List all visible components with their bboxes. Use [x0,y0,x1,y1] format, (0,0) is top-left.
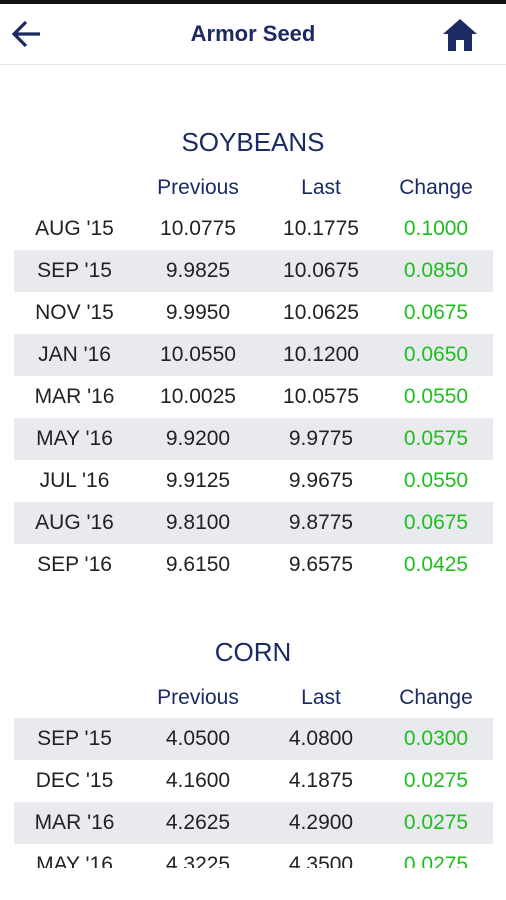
soybeans-row: MAR '16 10.0025 10.0575 0.0550 [14,376,493,418]
previous-cell: 4.3225 [165,853,231,868]
previous-cell: 10.0775 [160,217,236,240]
last-cell: 10.1775 [283,217,359,240]
corn-header-last: Last [301,686,341,709]
soybeans-row: JUL '16 9.9125 9.9675 0.0550 [14,460,493,502]
change-cell: 0.0575 [403,427,469,450]
last-cell: 9.9775 [288,427,354,450]
previous-cell: 4.2625 [165,811,231,834]
change-cell: 0.0675 [403,511,469,534]
bottom-strip [0,868,506,900]
month-cell: SEP '15 [37,259,112,282]
change-cell: 0.0275 [403,811,469,834]
previous-cell: 9.8100 [165,511,231,534]
soybeans-header-change: Change [399,176,473,199]
last-cell: 10.1200 [283,343,359,366]
soybeans-header-last: Last [301,176,341,199]
change-cell: 0.0650 [403,343,469,366]
corn-row: MAR '16 4.2625 4.2900 0.0275 [14,802,493,844]
corn-row: DEC '15 4.1600 4.1875 0.0275 [14,760,493,802]
soybeans-row: JAN '16 10.0550 10.1200 0.0650 [14,334,493,376]
home-icon [443,19,477,51]
month-cell: JUL '16 [39,469,110,492]
last-cell: 9.8775 [288,511,354,534]
month-cell: SEP '16 [37,553,112,576]
last-cell: 9.9675 [288,469,354,492]
page-title: Armor Seed [190,21,316,46]
previous-cell: 9.9950 [165,301,231,324]
change-cell: 0.0275 [403,853,469,868]
change-cell: 0.0850 [403,259,469,282]
change-cell: 0.0275 [403,769,469,792]
corn-header-change: Change [399,686,473,709]
last-cell: 4.2900 [288,811,354,834]
previous-cell: 10.0025 [160,385,236,408]
change-cell: 0.0550 [403,385,469,408]
corn-section-title: CORN [214,637,292,667]
last-cell: 9.6575 [288,553,354,576]
month-cell: MAY '16 [36,853,113,868]
change-cell: 0.0675 [403,301,469,324]
month-cell: SEP '15 [37,727,112,750]
change-cell: 0.0550 [403,469,469,492]
month-cell: AUG '15 [35,217,114,240]
month-cell: AUG '16 [35,511,114,534]
last-cell: 4.3500 [288,853,354,868]
change-cell: 0.0425 [403,553,469,576]
previous-cell: 9.6150 [165,553,231,576]
previous-cell: 9.9200 [165,427,231,450]
last-cell: 10.0675 [283,259,359,282]
last-cell: 10.0625 [283,301,359,324]
soybeans-row: AUG '15 10.0775 10.1775 0.1000 [14,208,493,250]
corn-row: SEP '15 4.0500 4.0800 0.0300 [14,718,493,760]
corn-header-previous: Previous [157,686,239,709]
month-cell: JAN '16 [38,343,111,366]
futures-content: SOYBEANS Previous Last Change AUG '15 10… [0,65,506,868]
previous-cell: 9.9125 [165,469,231,492]
soybeans-row: SEP '16 9.6150 9.6575 0.0425 [14,544,493,586]
month-cell: MAR '16 [34,385,115,408]
home-button[interactable] [440,14,480,54]
soybeans-row: NOV '15 9.9950 10.0625 0.0675 [14,292,493,334]
soybeans-header-previous: Previous [157,176,239,199]
last-cell: 4.0800 [288,727,354,750]
last-cell: 10.0575 [283,385,359,408]
soybeans-row: SEP '15 9.9825 10.0675 0.0850 [14,250,493,292]
month-cell: MAY '16 [36,427,113,450]
soybeans-row: AUG '16 9.8100 9.8775 0.0675 [14,502,493,544]
month-cell: NOV '15 [35,301,114,324]
soybeans-row: MAY '16 9.9200 9.9775 0.0575 [14,418,493,460]
corn-row: MAY '16 4.3225 4.3500 0.0275 [14,844,493,868]
previous-cell: 10.0550 [160,343,236,366]
change-cell: 0.1000 [403,217,469,240]
previous-cell: 4.0500 [165,727,231,750]
previous-cell: 9.9825 [165,259,231,282]
last-cell: 4.1875 [288,769,354,792]
previous-cell: 4.1600 [165,769,231,792]
month-cell: MAR '16 [34,811,115,834]
soybeans-section-title: SOYBEANS [181,127,325,157]
month-cell: DEC '15 [35,769,114,792]
change-cell: 0.0300 [403,727,469,750]
app-header: Armor Seed [0,4,506,65]
